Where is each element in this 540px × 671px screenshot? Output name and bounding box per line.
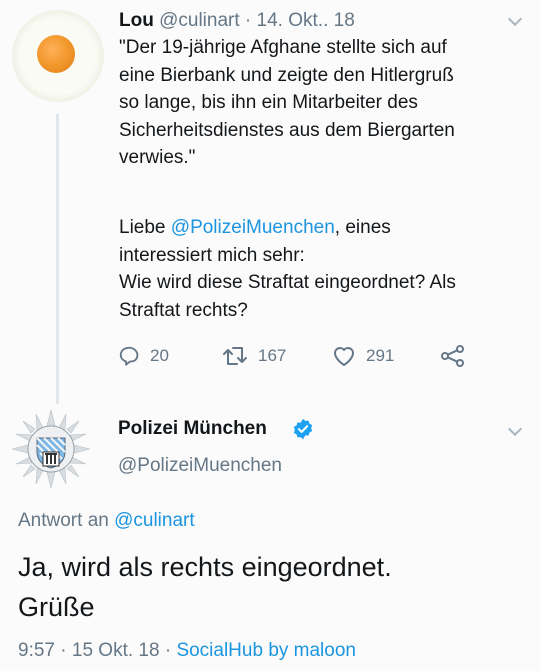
tweet1-line: Sicherheitsdienstes aus dem Biergarten [119, 119, 455, 141]
reply-to-prefix: Antwort an [18, 510, 115, 531]
tweet1-date[interactable]: 14. Okt.. 18 [257, 10, 355, 31]
verified-badge-icon [293, 418, 313, 440]
reply-icon [119, 346, 139, 366]
retweet-icon [223, 347, 247, 365]
footer-separator: · [54, 640, 72, 661]
tweet1-line: eine Bierbank und zeigte den Hitlergruß [119, 64, 454, 86]
tweet1-line: verwies." [119, 147, 196, 168]
tweet2-line: Ja, wird als rechts eingeordnet. [18, 552, 392, 582]
tweet2-footer: 9:57 · 15 Okt. 18 · SocialHub by maloon [18, 640, 356, 662]
reply-count: 20 [150, 346, 169, 365]
tweet1-line: Straftat rechts? [119, 299, 248, 321]
tweet2-author-handle[interactable]: @PolizeiMuenchen [118, 455, 282, 477]
tweet2-line: Grüße [18, 592, 95, 622]
tweet2-time: 9:57 [18, 640, 55, 661]
tweet1-question: Liebe @PolizeiMuenchen, eines interessie… [119, 214, 529, 324]
tweet1-line: "Der 19-jährige Afghane stellte sich auf [119, 37, 447, 58]
tweet2-author-name[interactable]: Polizei München [118, 418, 267, 440]
tweet1-line: Liebe @PolizeiMuenchen, eines [119, 214, 529, 242]
footer-separator: · [159, 640, 177, 661]
tweet1-header: Lou @culinart · 14. Okt.. 18 [119, 9, 355, 33]
chevron-down-icon[interactable] [507, 421, 523, 437]
reply-action[interactable]: 20 [118, 345, 169, 367]
tweet1-author-handle[interactable]: @culinart [159, 10, 240, 31]
reply-to-mention[interactable]: @culinart [114, 510, 195, 531]
tweet1-quote: "Der 19-jährige Afghane stellte sich auf… [119, 34, 529, 172]
tweet2-date: 15 Okt. 18 [71, 640, 160, 661]
share-icon [441, 345, 464, 367]
avatar-egg-yolk [37, 35, 75, 73]
chevron-down-icon[interactable] [507, 11, 523, 27]
tweet2-text: Ja, wird als rechts eingeordnet. Grüße [18, 547, 528, 627]
police-badge-avatar[interactable] [10, 408, 92, 490]
mention-link[interactable]: @PolizeiMuenchen [171, 217, 335, 238]
tweet1-para2-suffix: , eines [334, 217, 391, 238]
tweet1-author-name[interactable]: Lou [119, 10, 154, 31]
tweet2-source-link[interactable]: SocialHub by maloon [176, 640, 356, 661]
retweet-action[interactable]: 167 [222, 345, 286, 367]
reply-to-line: Antwort an @culinart [18, 510, 195, 532]
tweet1-line: so lange, bis ihn ein Mitarbeiter des [119, 92, 418, 113]
tweet1-line: Wie wird diese Straftat eingeordnet? Als [119, 272, 456, 293]
like-count: 291 [366, 346, 395, 365]
tweet1-separator: · [239, 10, 257, 31]
heart-icon [334, 347, 354, 366]
tweet1-para2-prefix: Liebe [119, 217, 171, 238]
retweet-count: 167 [258, 346, 287, 365]
tweet1-line: interessiert mich sehr: [119, 244, 305, 266]
share-action[interactable] [440, 345, 466, 367]
thread-line [56, 114, 59, 404]
like-action[interactable]: 291 [332, 345, 394, 367]
